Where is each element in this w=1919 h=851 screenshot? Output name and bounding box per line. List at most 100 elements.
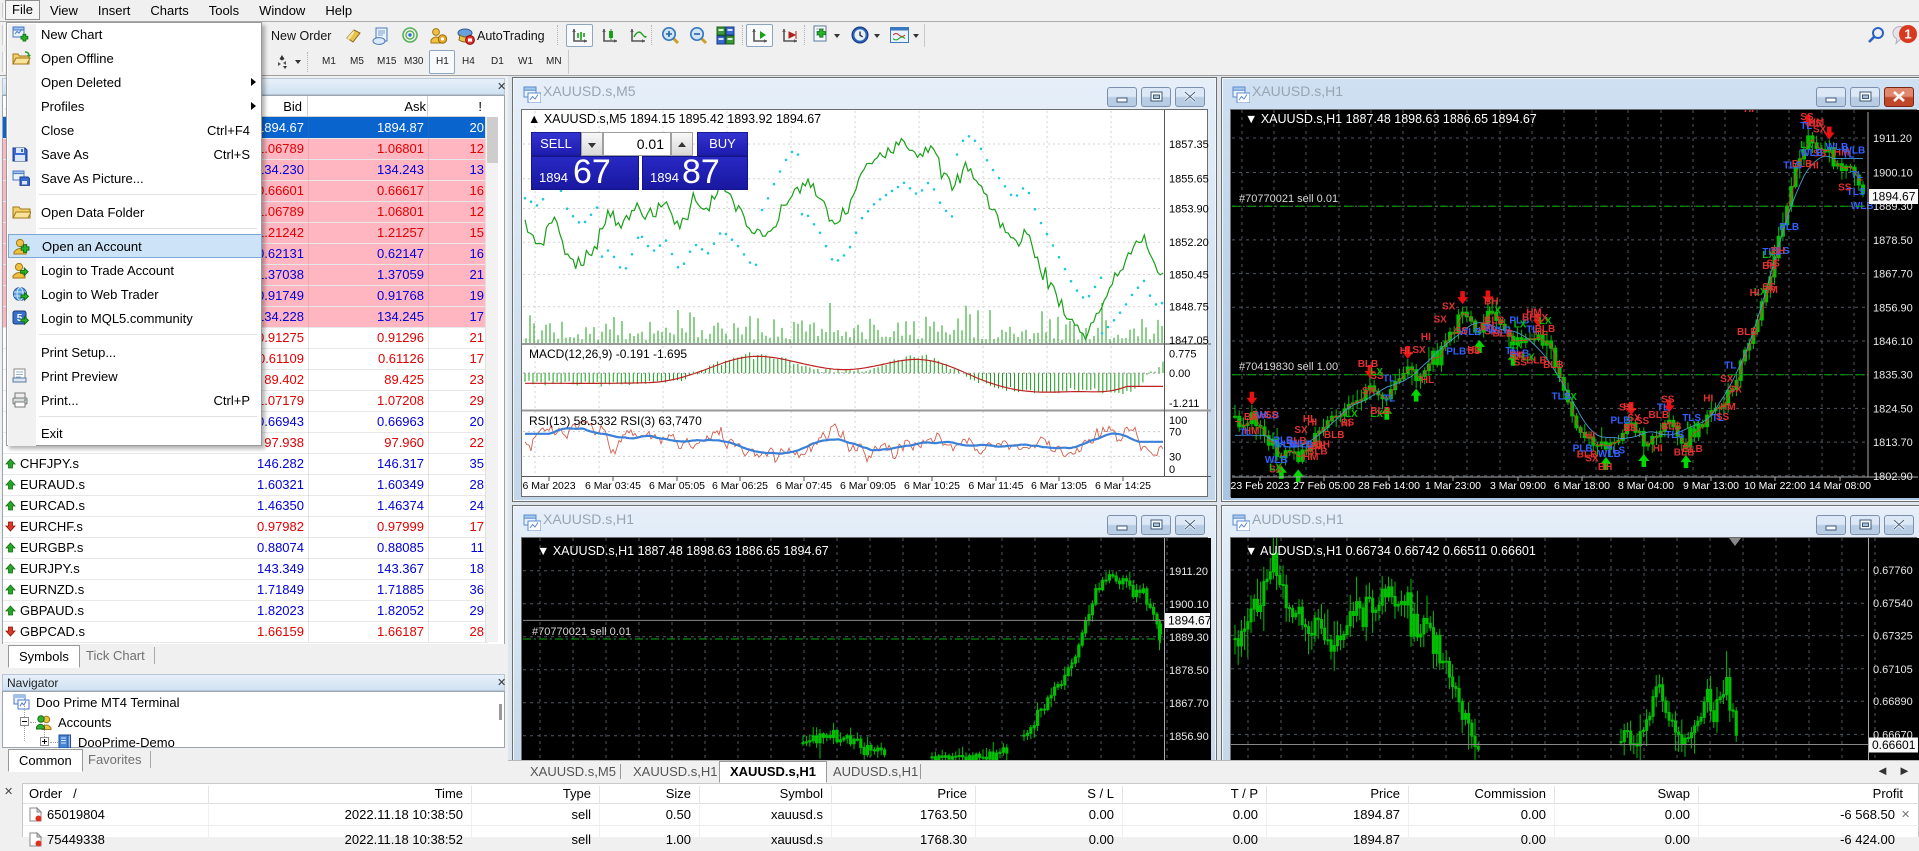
svg-text:HL: HL <box>1467 345 1480 356</box>
svg-text:6 Mar 06:25: 6 Mar 06:25 <box>712 480 768 492</box>
svg-text:30: 30 <box>1169 451 1181 463</box>
svg-text:6 Mar 05:05: 6 Mar 05:05 <box>649 480 705 492</box>
svg-text:WLB: WLB <box>1265 455 1288 466</box>
svg-text:1850.45: 1850.45 <box>1169 269 1209 281</box>
svg-text:6 Mar 18:00: 6 Mar 18:00 <box>1554 480 1610 492</box>
svg-text:6 Mar 14:25: 6 Mar 14:25 <box>1095 480 1151 492</box>
svg-text:70: 70 <box>1169 427 1181 439</box>
svg-text:6 Mar 09:05: 6 Mar 09:05 <box>840 480 896 492</box>
svg-text:0.67105: 0.67105 <box>1873 664 1913 676</box>
svg-text:HI: HI <box>1341 418 1351 429</box>
svg-text:SX: SX <box>1362 386 1376 397</box>
svg-text:27 Feb 05:00: 27 Feb 05:00 <box>1293 480 1355 492</box>
svg-text:1856.90: 1856.90 <box>1169 731 1209 743</box>
svg-text:PLB: PLB <box>1573 444 1593 455</box>
svg-text:1846.10: 1846.10 <box>1873 336 1913 348</box>
svg-text:SS: SS <box>1455 326 1469 337</box>
svg-text:0.66601: 0.66601 <box>1872 738 1916 752</box>
svg-text:1878.50: 1878.50 <box>1873 235 1913 247</box>
svg-text:1848.75: 1848.75 <box>1169 302 1209 314</box>
svg-text:1853.90: 1853.90 <box>1169 204 1209 216</box>
svg-text:HI: HI <box>1750 288 1760 299</box>
svg-text:3 Mar 09:00: 3 Mar 09:00 <box>1490 480 1546 492</box>
svg-text:6 Mar 07:45: 6 Mar 07:45 <box>776 480 832 492</box>
svg-text:100: 100 <box>1169 415 1187 427</box>
svg-text:SS: SS <box>1767 259 1781 270</box>
svg-text:1835.30: 1835.30 <box>1873 370 1913 382</box>
svg-text:LX: LX <box>1514 320 1527 331</box>
svg-text:SX: SX <box>1729 384 1743 395</box>
svg-text:TLS: TLS <box>1665 430 1684 441</box>
svg-text:1855.65: 1855.65 <box>1169 174 1209 186</box>
svg-text:TL: TL <box>1851 170 1863 181</box>
svg-text:SX: SX <box>1434 315 1448 326</box>
svg-text:LX: LX <box>1370 367 1383 378</box>
svg-text:WLB: WLB <box>1800 148 1823 159</box>
svg-text:0.00: 0.00 <box>1169 368 1190 380</box>
svg-text:HL: HL <box>1400 346 1413 357</box>
svg-text:WLB: WLB <box>1598 449 1621 460</box>
svg-text:0.775: 0.775 <box>1169 348 1197 360</box>
svg-text:0.67760: 0.67760 <box>1873 565 1913 577</box>
svg-text:MACD(12,26,9) -0.191 -1.695: MACD(12,26,9) -0.191 -1.695 <box>529 347 687 361</box>
svg-text:1802.90: 1802.90 <box>1873 471 1913 483</box>
svg-text:RSI(13) 58.5332 RSI(3) 63,747: RSI(13) 58.5332 RSI(3) 63,7470 <box>529 414 702 428</box>
svg-text:#70770021 sell 0.01: #70770021 sell 0.01 <box>1239 193 1338 205</box>
svg-text:PLB: PLB <box>1779 222 1799 233</box>
svg-text:TLS: TLS <box>1682 413 1701 424</box>
svg-text:▼ XAUUSD.s,H1 1887.48 1898.63: ▼ XAUUSD.s,H1 1887.48 1898.63 1886.65 18… <box>1245 112 1537 126</box>
svg-text:1911.20: 1911.20 <box>1169 566 1208 578</box>
svg-text:1878.50: 1878.50 <box>1169 665 1209 677</box>
svg-text:1911.20: 1911.20 <box>1873 133 1912 145</box>
svg-text:6 Mar 2023: 6 Mar 2023 <box>522 480 575 492</box>
svg-text:1857.35: 1857.35 <box>1169 139 1209 151</box>
svg-text:WLB: WLB <box>1826 142 1849 153</box>
svg-text:6 Mar 11:45: 6 Mar 11:45 <box>968 480 1023 492</box>
svg-text:SX: SX <box>1412 345 1426 356</box>
svg-text:BLB: BLB <box>1737 327 1758 338</box>
svg-text:SX: SX <box>1619 402 1633 413</box>
svg-text:BH: BH <box>1598 462 1612 473</box>
svg-text:HI: HI <box>1585 430 1595 441</box>
svg-text:SS: SS <box>1716 412 1730 423</box>
svg-text:▼ XAUUSD.s,H1 1887.48 1898.63: ▼ XAUUSD.s,H1 1887.48 1898.63 1886.65 18… <box>537 544 829 558</box>
svg-text:TLS: TLS <box>1552 392 1571 403</box>
svg-text:6 Mar 13:05: 6 Mar 13:05 <box>1031 480 1087 492</box>
svg-text:SS: SS <box>1838 182 1852 193</box>
svg-text:SS: SS <box>1514 358 1528 369</box>
svg-text:1894.67: 1894.67 <box>1168 614 1211 628</box>
svg-text:PLB: PLB <box>1611 415 1631 426</box>
svg-text:1824.50: 1824.50 <box>1873 403 1913 415</box>
svg-text:1: 1 <box>1904 27 1911 42</box>
svg-text:SX: SX <box>1294 425 1308 436</box>
svg-text:▲ XAUUSD.s,M5 1894.15 1895.42: ▲ XAUUSD.s,M5 1894.15 1895.42 1893.92 18… <box>528 112 821 126</box>
svg-text:SX: SX <box>1442 301 1456 312</box>
svg-text:TL: TL <box>1724 361 1736 372</box>
svg-text:23 Feb 2023: 23 Feb 2023 <box>1231 480 1290 492</box>
svg-text:HI: HI <box>1744 110 1754 115</box>
svg-text:1856.90: 1856.90 <box>1873 302 1913 314</box>
svg-text:1900.10: 1900.10 <box>1873 168 1913 180</box>
svg-text:14 Mar 08:00: 14 Mar 08:00 <box>1809 480 1871 492</box>
svg-text:6 Mar 10:25: 6 Mar 10:25 <box>904 480 960 492</box>
svg-text:WLB: WLB <box>1290 439 1313 450</box>
svg-text:PLB: PLB <box>1446 347 1466 358</box>
svg-text:HI: HI <box>1421 332 1431 343</box>
svg-text:-1.211: -1.211 <box>1169 398 1199 410</box>
svg-text:TL: TL <box>1484 323 1496 334</box>
svg-text:1867.70: 1867.70 <box>1169 698 1209 710</box>
svg-text:BLB: BLB <box>1649 410 1670 421</box>
svg-text:8 Mar 04:00: 8 Mar 04:00 <box>1618 480 1674 492</box>
svg-text:0: 0 <box>1169 464 1175 476</box>
svg-text:BH: BH <box>1771 246 1785 257</box>
svg-text:1867.70: 1867.70 <box>1873 269 1913 281</box>
svg-text:1 Mar 23:00: 1 Mar 23:00 <box>1425 480 1481 492</box>
svg-text:9 Mar 13:00: 9 Mar 13:00 <box>1683 480 1739 492</box>
svg-text:1813.70: 1813.70 <box>1873 437 1913 449</box>
svg-text:SS: SS <box>1809 118 1823 129</box>
svg-text:1889.30: 1889.30 <box>1169 632 1209 644</box>
svg-text:▼ AUDUSD.s,H1 0.66734 0.66742: ▼ AUDUSD.s,H1 0.66734 0.66742 0.66511 0.… <box>1245 544 1536 558</box>
svg-text:HM: HM <box>1720 402 1736 413</box>
svg-text:SS: SS <box>1636 416 1650 427</box>
svg-text:1900.10: 1900.10 <box>1169 599 1209 611</box>
